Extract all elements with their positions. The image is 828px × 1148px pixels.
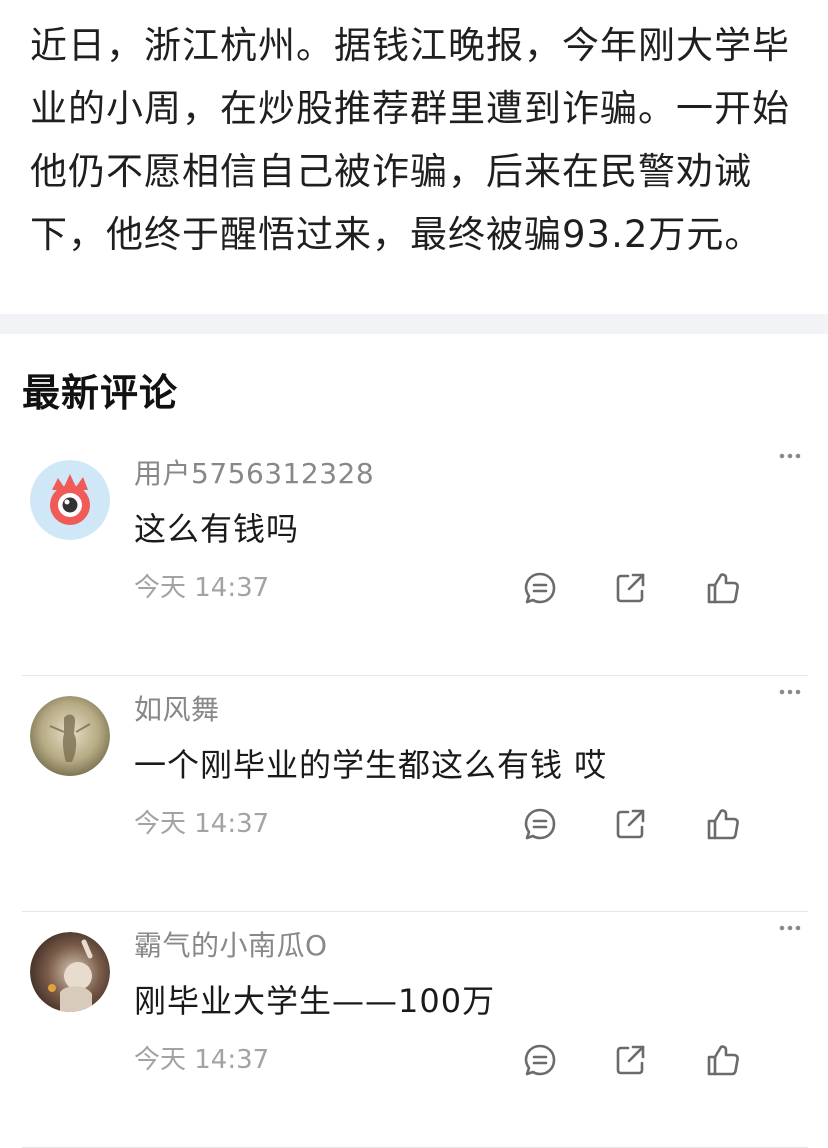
comment-time: 今天 14:37 — [134, 809, 270, 839]
comment-content: 刚毕业大学生——100万 — [134, 982, 496, 1020]
comment-icon[interactable] — [522, 806, 558, 842]
comment-item: 用户5756312328 这么有钱吗 今天 14:37 — [0, 440, 828, 676]
share-icon[interactable] — [612, 570, 648, 606]
section-divider — [0, 314, 828, 334]
comment-item: 霸气的小南瓜O 刚毕业大学生——100万 今天 14:37 — [0, 912, 828, 1148]
more-icon[interactable] — [778, 922, 802, 934]
like-icon[interactable] — [705, 570, 741, 606]
more-icon[interactable] — [778, 450, 802, 462]
article-text: 近日，浙江杭州。据钱江晚报，今年刚大学毕业的小周，在炒股推荐群里遭到诈骗。一开始… — [30, 24, 790, 256]
comment-username[interactable]: 霸气的小南瓜O — [134, 926, 328, 966]
user-photo-avatar[interactable] — [30, 696, 110, 776]
comment-content: 这么有钱吗 — [134, 510, 300, 548]
comments-section-title: 最新评论 — [22, 371, 179, 415]
comment-icon[interactable] — [522, 1042, 558, 1078]
comment-content: 一个刚毕业的学生都这么有钱 哎 — [134, 746, 608, 784]
comment-item: 如风舞 一个刚毕业的学生都这么有钱 哎 今天 14:37 — [0, 676, 828, 912]
user-photo-avatar[interactable] — [30, 932, 110, 1012]
weibo-default-avatar-icon[interactable] — [30, 460, 110, 540]
like-icon[interactable] — [705, 1042, 741, 1078]
comment-time: 今天 14:37 — [134, 573, 270, 603]
comment-username[interactable]: 用户5756312328 — [134, 454, 374, 494]
more-icon[interactable] — [778, 686, 802, 698]
comment-time: 今天 14:37 — [134, 1045, 270, 1075]
comment-icon[interactable] — [522, 570, 558, 606]
share-icon[interactable] — [612, 1042, 648, 1078]
like-icon[interactable] — [705, 806, 741, 842]
comment-username[interactable]: 如风舞 — [134, 690, 220, 730]
share-icon[interactable] — [612, 806, 648, 842]
